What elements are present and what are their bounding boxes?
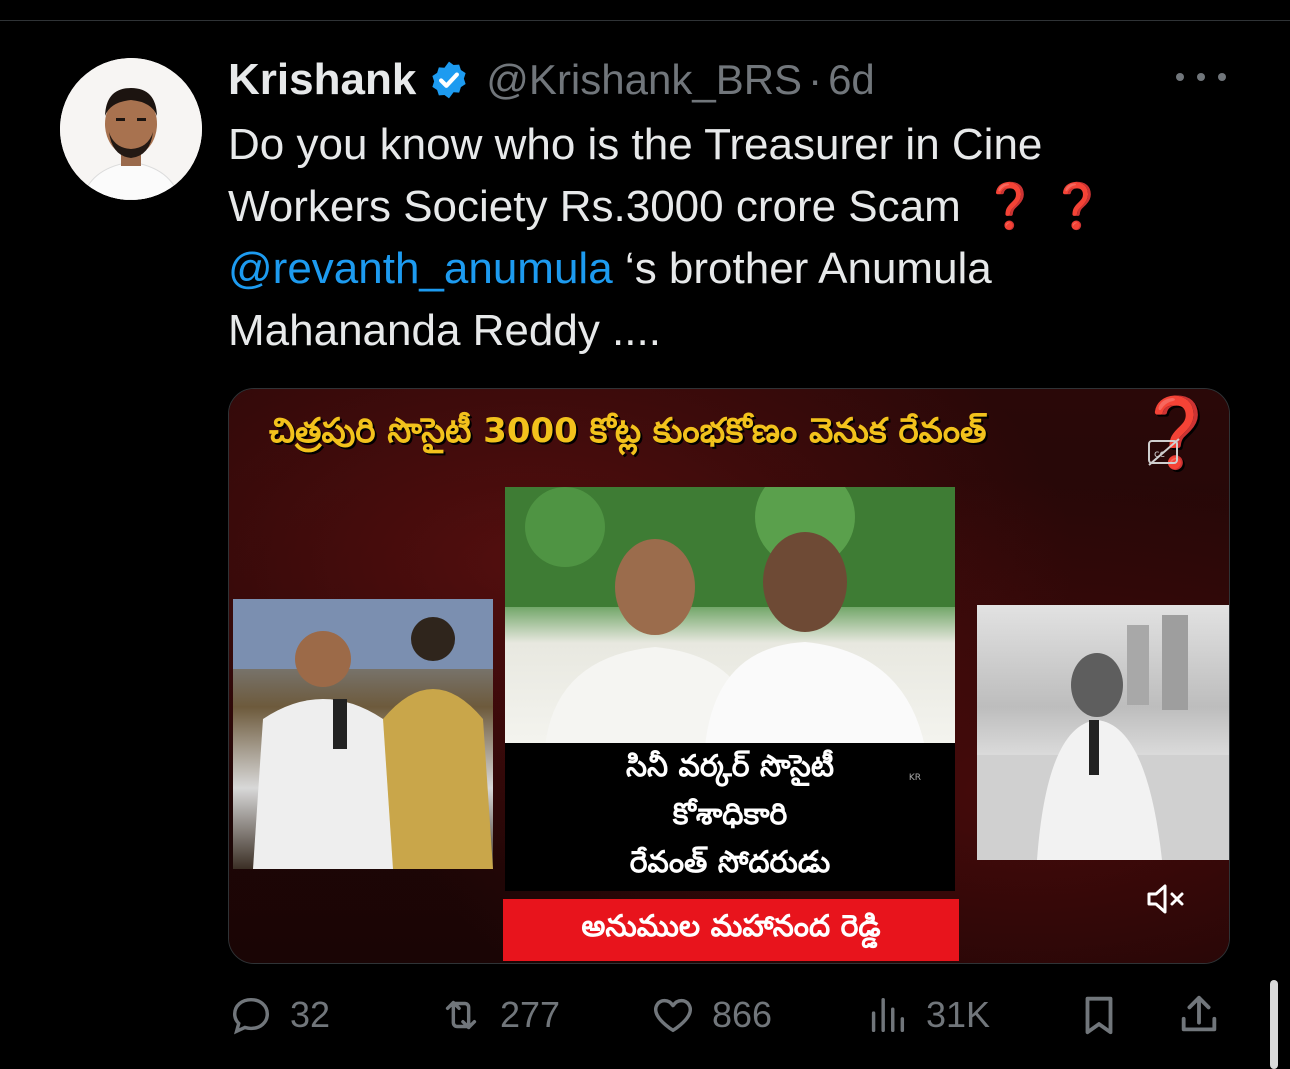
reply-count: 32 bbox=[290, 994, 331, 1035]
like-count: 866 bbox=[712, 994, 773, 1035]
name-banner: అనుముల మహానంద రెడ్డి bbox=[503, 899, 959, 961]
repost-count: 277 bbox=[500, 994, 561, 1035]
separator-dot: · bbox=[808, 56, 823, 103]
bookmark-icon bbox=[1085, 996, 1113, 1035]
views-count: 31K bbox=[926, 994, 991, 1035]
tweet-actions: 32 277 866 31K bbox=[228, 990, 1228, 1040]
caption-line-3: రేవంత్ సోదరుడు bbox=[629, 845, 831, 880]
tweet-text-line-1: Do you know who is the Treasurer in Cine bbox=[228, 120, 1043, 169]
channel-watermark: KR bbox=[908, 773, 921, 783]
tweet-text: Do you know who is the Treasurer in Cine… bbox=[228, 114, 1208, 362]
views-button[interactable]: 31K bbox=[864, 990, 990, 1040]
speaker-photo bbox=[233, 599, 493, 869]
scrollbar[interactable] bbox=[1270, 980, 1278, 1069]
tweet-text-line-3: ‘s brother Anumula bbox=[612, 244, 992, 293]
tweet-text-line-4: Mahananda Reddy .... bbox=[228, 306, 661, 355]
tweet-video[interactable]: చిత్రపురి సొసైటీ 3000 కోట్ల కుంభకోణం వెన… bbox=[228, 388, 1230, 964]
video-headline: చిత్రపురి సొసైటీ 3000 కోట్ల కుంభకోణం వెన… bbox=[269, 411, 987, 451]
closed-caption-icon[interactable]: cc bbox=[1147, 437, 1181, 467]
mention-link[interactable]: @revanth_anumula bbox=[228, 244, 613, 293]
caption-line-2: కోశాధికారి bbox=[672, 797, 788, 832]
caption-line-1: సినీ వర్కర్ సొసైటీ bbox=[625, 749, 835, 784]
like-button[interactable]: 866 bbox=[650, 990, 772, 1040]
verified-badge-icon bbox=[428, 59, 470, 101]
repost-icon bbox=[445, 1000, 477, 1030]
bookmark-button[interactable] bbox=[1076, 990, 1138, 1040]
repost-button[interactable]: 277 bbox=[438, 990, 560, 1040]
tweet-header: Krishank @Krishank_BRS · 6d bbox=[228, 52, 875, 108]
author-handle[interactable]: @Krishank_BRS bbox=[486, 56, 802, 104]
top-divider bbox=[0, 20, 1290, 21]
reply-button[interactable]: 32 bbox=[228, 990, 330, 1040]
reporter-photo bbox=[977, 605, 1229, 860]
author-name[interactable]: Krishank bbox=[228, 55, 416, 105]
reply-icon bbox=[232, 997, 270, 1035]
more-options-icon[interactable] bbox=[1176, 62, 1226, 92]
heart-icon bbox=[654, 998, 692, 1033]
views-icon bbox=[871, 997, 905, 1033]
timestamp[interactable]: 6d bbox=[828, 56, 875, 104]
share-icon bbox=[1181, 995, 1217, 1032]
author-avatar[interactable] bbox=[60, 58, 202, 200]
video-caption: సినీ వర్కర్ సొసైటీ కోశాధికారి రేవంత్ సోద… bbox=[505, 743, 955, 891]
two-men-photo bbox=[505, 487, 955, 747]
tweet-text-line-2: Workers Society Rs.3000 crore Scam bbox=[228, 182, 961, 231]
share-button[interactable] bbox=[1176, 990, 1238, 1040]
question-mark-emoji: ❓ ❓ bbox=[982, 182, 1105, 231]
mute-icon[interactable] bbox=[1145, 881, 1189, 917]
